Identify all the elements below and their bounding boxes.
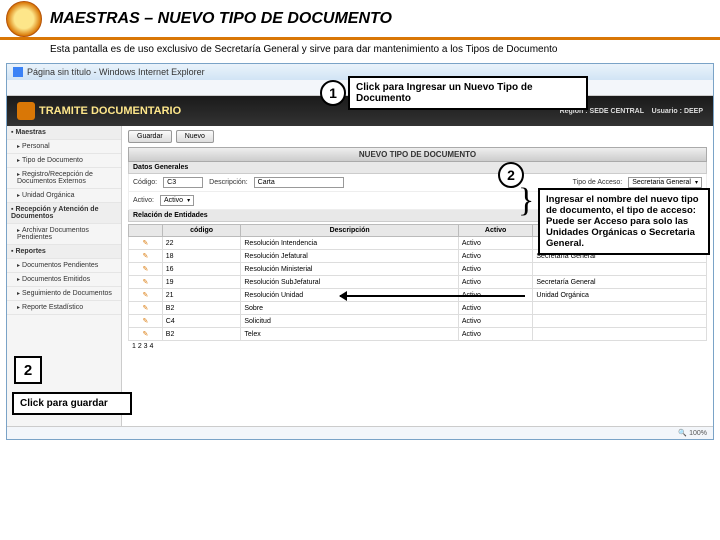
sidebar-item[interactable]: Personal: [7, 140, 121, 154]
sidebar-item[interactable]: Registro/Recepción de Documentos Externo…: [7, 168, 121, 189]
sidebar-item[interactable]: Archivar Documentos Pendientes: [7, 224, 121, 245]
panel-generales: Datos Generales: [128, 162, 707, 174]
page-title: MAESTRAS – NUEVO TIPO DE DOCUMENTO: [50, 10, 392, 28]
table-header: código: [162, 225, 241, 237]
sidebar-group[interactable]: Reportes: [7, 245, 121, 259]
sidebar-item[interactable]: Documentos Emitidos: [7, 273, 121, 287]
sidebar-item[interactable]: Seguimiento de Documentos: [7, 287, 121, 301]
table-header: Descripción: [241, 225, 458, 237]
table-row: ✎B2SobreActivo: [129, 302, 707, 315]
edit-icon[interactable]: ✎: [129, 263, 163, 276]
desc-field[interactable]: Carta: [254, 177, 344, 188]
marker-2-bottom: 2: [14, 356, 42, 384]
marker-1: 1: [320, 80, 346, 106]
table-row: ✎19Resolución SubJefaturalActivoSecretar…: [129, 276, 707, 289]
table-pager[interactable]: 1 2 3 4: [128, 341, 707, 352]
nuevo-button[interactable]: Nuevo: [176, 130, 214, 143]
sidebar-group[interactable]: Maestras: [7, 126, 121, 140]
table-row: ✎C4SolicitudActivo: [129, 315, 707, 328]
edit-icon[interactable]: ✎: [129, 315, 163, 328]
callout-3: Click para guardar: [12, 392, 132, 415]
page-subtitle: Esta pantalla es de uso exclusivo de Sec…: [0, 40, 720, 61]
arrow-icon: [340, 295, 525, 297]
ie-statusbar: 🔍 100%: [7, 426, 713, 439]
content-area: Guardar Nuevo NUEVO TIPO DE DOCUMENTO Da…: [122, 126, 713, 426]
callout-2: Ingresar el nombre del nuevo tipo de doc…: [538, 188, 710, 255]
table-header: [129, 225, 163, 237]
activo-dropdown[interactable]: Activo: [160, 195, 194, 206]
ministry-seal-icon: [6, 1, 42, 37]
ie-title-text: Página sin título - Windows Internet Exp…: [27, 67, 205, 77]
table-header: Activo: [458, 225, 533, 237]
sidebar-item[interactable]: Reporte Estadístico: [7, 301, 121, 315]
ie-icon: [13, 67, 23, 77]
sidebar-item[interactable]: Documentos Pendientes: [7, 259, 121, 273]
marker-2-top: 2: [498, 162, 524, 188]
sidebar-item[interactable]: Unidad Orgánica: [7, 189, 121, 203]
callout-1: Click para Ingresar un Nuevo Tipo de Doc…: [348, 76, 588, 110]
edit-icon[interactable]: ✎: [129, 250, 163, 263]
edit-icon[interactable]: ✎: [129, 289, 163, 302]
panel-title: NUEVO TIPO DE DOCUMENTO: [128, 147, 707, 162]
table-row: ✎B2TelexActivo: [129, 328, 707, 341]
app-logo-icon: [17, 102, 35, 120]
brace-icon: }: [518, 192, 534, 209]
app-title: TRAMITE DOCUMENTARIO: [39, 105, 181, 117]
edit-icon[interactable]: ✎: [129, 328, 163, 341]
table-row: ✎16Resolución MinisterialActivo: [129, 263, 707, 276]
tipo-acceso-dropdown[interactable]: Secretaria General: [628, 177, 702, 188]
edit-icon[interactable]: ✎: [129, 237, 163, 250]
edit-icon[interactable]: ✎: [129, 302, 163, 315]
sidebar-item[interactable]: Tipo de Documento: [7, 154, 121, 168]
codigo-field[interactable]: C3: [163, 177, 203, 188]
sidebar-group[interactable]: Recepción y Atención de Documentos: [7, 203, 121, 224]
zoom-level: 🔍 100%: [678, 429, 707, 437]
edit-icon[interactable]: ✎: [129, 276, 163, 289]
guardar-button[interactable]: Guardar: [128, 130, 172, 143]
